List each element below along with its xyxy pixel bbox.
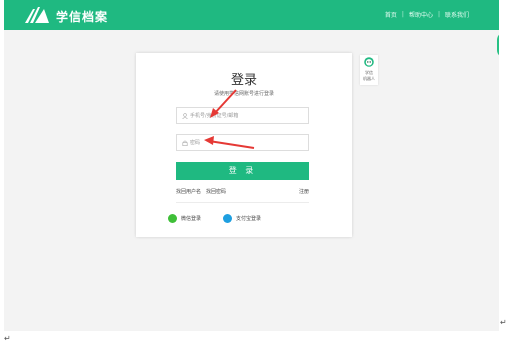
password-input[interactable] (190, 135, 300, 150)
login-subtitle: 请使用学信网账号进行登录 (213, 91, 274, 97)
login-title: 登录 (230, 73, 257, 88)
paragraph-mark: ↵ (4, 334, 11, 343)
logo-text: 学信档案 (56, 10, 109, 24)
divider (176, 202, 309, 203)
alipay-login-label: 支付宝登录 (236, 215, 262, 222)
login-button[interactable]: 登 录 (176, 162, 309, 180)
screenshot-frame: 学信档案 首页 | 帮助中心 | 联系我们 登录 请使用学信网账号进行登录 手机… (4, 0, 499, 331)
top-navbar: 学信档案 首页 | 帮助中心 | 联系我们 (4, 0, 499, 30)
password-field[interactable] (176, 134, 309, 151)
nav-help-link[interactable]: 帮助中心 (409, 10, 433, 19)
find-password-link[interactable]: 找回密码 (206, 188, 226, 195)
robot-assistant-button[interactable]: 学信 机器人 (360, 55, 378, 85)
alipay-icon (223, 213, 232, 223)
username-input[interactable] (190, 108, 300, 123)
nav-separator: | (401, 11, 404, 18)
login-card: 登录 请使用学信网账号进行登录 登 录 找回用户名 找回密码 注册 微信登 (136, 53, 352, 237)
wechat-login-option[interactable]: 微信登录 (168, 213, 201, 223)
alipay-login-option[interactable]: 支付宝登录 (223, 213, 261, 223)
nav-home-link[interactable]: 首页 (385, 10, 397, 19)
robot-icon (364, 57, 374, 67)
username-field[interactable] (176, 107, 309, 124)
wechat-login-label: 微信登录 (181, 215, 202, 222)
nav-contact-link[interactable]: 联系我们 (445, 10, 469, 19)
register-link[interactable]: 注册 (299, 188, 309, 195)
lock-icon (182, 140, 188, 146)
wechat-icon (168, 213, 177, 223)
side-float-button[interactable] (497, 32, 499, 58)
nav-separator: | (437, 11, 440, 18)
paragraph-mark: ↵ (500, 318, 507, 327)
logo-mark-icon (25, 7, 49, 23)
user-icon (182, 113, 188, 119)
robot-label-line2: 机器人 (363, 76, 375, 81)
top-nav-links: 首页 | 帮助中心 | 联系我们 (385, 10, 469, 19)
find-username-link[interactable]: 找回用户名 (176, 188, 201, 195)
